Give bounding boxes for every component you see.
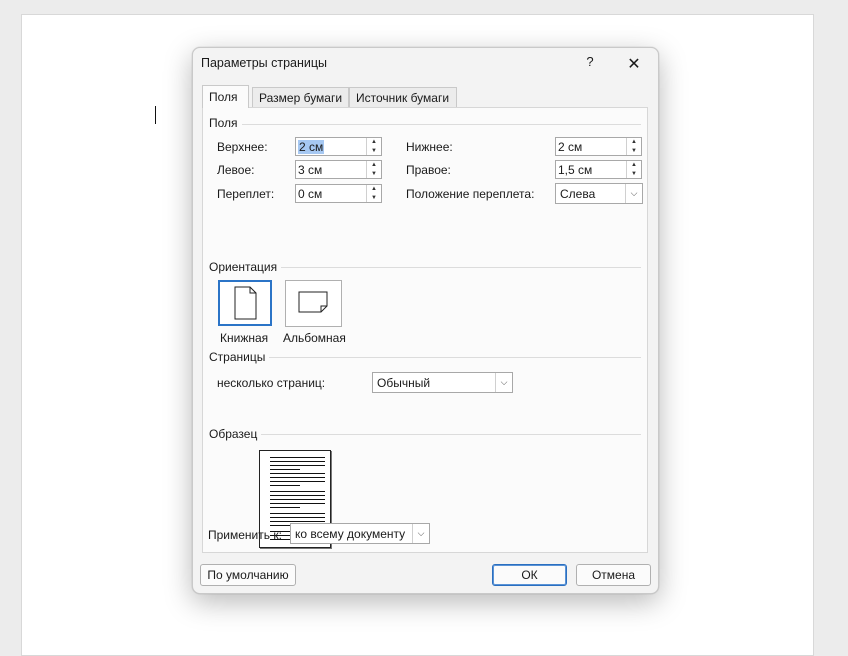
tab-margins[interactable]: Поля: [202, 85, 249, 108]
top-margin-label: Верхнее:: [217, 140, 268, 154]
bottom-margin-value[interactable]: 2 см: [558, 140, 582, 154]
multiple-pages-select[interactable]: Обычный ⌵: [372, 372, 513, 393]
margins-group-label: Поля: [209, 116, 242, 130]
portrait-option[interactable]: [218, 280, 272, 326]
bottom-margin-spinner[interactable]: 2 см ▲ ▼: [555, 137, 642, 156]
bottom-margin-label: Нижнее:: [406, 140, 453, 154]
orientation-group-label: Ориентация: [209, 260, 282, 274]
divider: [209, 434, 641, 435]
right-margin-spinner[interactable]: 1,5 см ▲ ▼: [555, 160, 642, 179]
landscape-label[interactable]: Альбомная: [283, 331, 346, 345]
portrait-label-text: Книжная: [220, 331, 269, 345]
gutter-value[interactable]: 0 см: [298, 187, 322, 201]
preview-line: [270, 465, 325, 466]
portrait-page-icon: [234, 286, 257, 320]
top-margin-value[interactable]: 2 см: [298, 140, 325, 154]
preview-line: [270, 491, 325, 492]
preview-line: [270, 481, 325, 482]
dialog-title: Параметры страницы: [201, 56, 328, 70]
tab-panel: Поля Верхнее: 2 см ▲ ▼ Левое: 3 см ▲ ▼ Пер…: [202, 107, 648, 553]
preview-group-label: Образец: [209, 427, 262, 441]
down-arrow-icon[interactable]: ▼: [367, 147, 381, 155]
down-arrow-icon[interactable]: ▼: [367, 170, 381, 178]
gutter-spinner[interactable]: 0 см ▲ ▼: [295, 184, 382, 203]
preview-line: [270, 457, 325, 458]
landscape-page-icon: [298, 291, 328, 313]
preview-line: [270, 521, 325, 522]
preview-line: [270, 499, 325, 500]
gutter-position-select[interactable]: Слева ⌵: [555, 183, 643, 204]
tab-paper-size[interactable]: Размер бумаги: [252, 87, 349, 107]
preview-line: [270, 477, 325, 478]
cancel-button[interactable]: Отмена: [576, 564, 651, 586]
down-arrow-icon[interactable]: ▼: [627, 170, 641, 178]
preview-line: [270, 503, 325, 504]
preview-line: [270, 507, 300, 508]
top-margin-spinner[interactable]: 2 см ▲ ▼: [295, 137, 382, 156]
gutter-position-label: Положение переплета:: [406, 187, 535, 201]
preview-line: [270, 473, 325, 474]
preview-line: [270, 485, 300, 486]
page-setup-dialog: Параметры страницы ? ✕ Поля Размер бумаг…: [192, 47, 659, 594]
multiple-pages-label: несколько страниц:: [217, 376, 326, 390]
left-margin-label: Левое:: [217, 163, 255, 177]
multiple-pages-value: Обычный: [377, 376, 431, 390]
up-arrow-icon[interactable]: ▲: [367, 185, 381, 193]
gutter-position-value: Слева: [560, 187, 596, 201]
up-arrow-icon[interactable]: ▲: [367, 138, 381, 146]
apply-to-select[interactable]: ко всему документу ⌵: [290, 523, 430, 544]
up-arrow-icon[interactable]: ▲: [627, 138, 641, 146]
divider: [209, 124, 641, 125]
preview-line: [270, 517, 325, 518]
apply-to-value: ко всему документу: [295, 527, 406, 541]
down-arrow-icon[interactable]: ▼: [367, 194, 381, 202]
up-arrow-icon[interactable]: ▲: [367, 161, 381, 169]
chevron-down-icon[interactable]: ⌵: [412, 524, 429, 543]
portrait-label[interactable]: Книжная: [220, 331, 268, 345]
gutter-label: Переплет:: [217, 187, 275, 201]
set-as-default-button[interactable]: По умолчанию: [200, 564, 296, 586]
help-button[interactable]: ?: [579, 54, 601, 72]
preview-line: [270, 495, 325, 496]
preview-line: [270, 469, 300, 470]
pages-group-label: Страницы: [209, 350, 270, 364]
text-caret: [155, 106, 156, 124]
preview-line: [270, 461, 325, 462]
left-margin-value[interactable]: 3 см: [298, 163, 322, 177]
tab-paper-source[interactable]: Источник бумаги: [349, 87, 457, 107]
landscape-option[interactable]: [285, 280, 342, 327]
down-arrow-icon[interactable]: ▼: [627, 147, 641, 155]
up-arrow-icon[interactable]: ▲: [627, 161, 641, 169]
right-margin-label: Правое:: [406, 163, 451, 177]
close-button[interactable]: ✕: [623, 54, 645, 73]
divider: [209, 357, 641, 358]
chevron-down-icon[interactable]: ⌵: [625, 184, 642, 203]
left-margin-spinner[interactable]: 3 см ▲ ▼: [295, 160, 382, 179]
chevron-down-icon[interactable]: ⌵: [495, 373, 512, 392]
close-icon: ✕: [627, 56, 641, 73]
right-margin-value[interactable]: 1,5 см: [558, 163, 592, 177]
ok-button[interactable]: ОК: [492, 564, 567, 586]
preview-line: [270, 513, 325, 514]
apply-to-label: Применить к:: [208, 528, 282, 542]
